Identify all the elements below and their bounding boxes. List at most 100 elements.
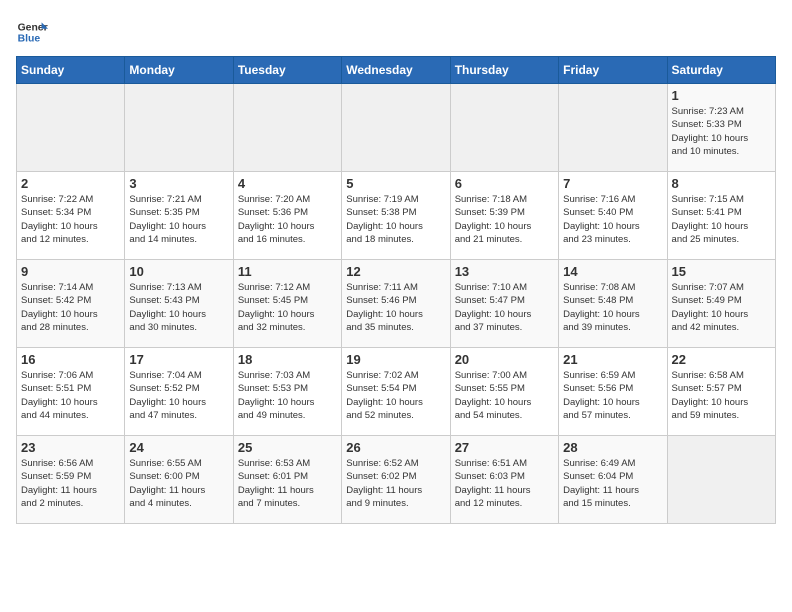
calendar-day-cell xyxy=(559,84,667,172)
calendar-day-cell: 6 Sunrise: 7:18 AM Sunset: 5:39 PM Daylig… xyxy=(450,172,558,260)
day-info: Sunrise: 6:53 AM Sunset: 6:01 PM Dayligh… xyxy=(238,457,337,510)
day-info: Sunrise: 7:16 AM Sunset: 5:40 PM Dayligh… xyxy=(563,193,662,246)
day-number: 18 xyxy=(238,352,337,367)
calendar-day-cell: 27 Sunrise: 6:51 AM Sunset: 6:03 PM Dayli… xyxy=(450,436,558,524)
day-info: Sunrise: 6:55 AM Sunset: 6:00 PM Dayligh… xyxy=(129,457,228,510)
day-number: 12 xyxy=(346,264,445,279)
calendar-day-cell: 1 Sunrise: 7:23 AM Sunset: 5:33 PM Daylig… xyxy=(667,84,775,172)
day-info: Sunrise: 7:21 AM Sunset: 5:35 PM Dayligh… xyxy=(129,193,228,246)
calendar-day-cell: 18 Sunrise: 7:03 AM Sunset: 5:53 PM Dayli… xyxy=(233,348,341,436)
day-number: 23 xyxy=(21,440,120,455)
day-number: 19 xyxy=(346,352,445,367)
day-info: Sunrise: 7:15 AM Sunset: 5:41 PM Dayligh… xyxy=(672,193,771,246)
calendar-day-cell: 24 Sunrise: 6:55 AM Sunset: 6:00 PM Dayli… xyxy=(125,436,233,524)
day-info: Sunrise: 6:56 AM Sunset: 5:59 PM Dayligh… xyxy=(21,457,120,510)
header: General Blue xyxy=(16,16,776,48)
day-number: 16 xyxy=(21,352,120,367)
calendar-week-row: 23 Sunrise: 6:56 AM Sunset: 5:59 PM Dayli… xyxy=(17,436,776,524)
day-info: Sunrise: 6:49 AM Sunset: 6:04 PM Dayligh… xyxy=(563,457,662,510)
day-info: Sunrise: 6:58 AM Sunset: 5:57 PM Dayligh… xyxy=(672,369,771,422)
day-number: 24 xyxy=(129,440,228,455)
calendar-day-cell: 19 Sunrise: 7:02 AM Sunset: 5:54 PM Dayli… xyxy=(342,348,450,436)
day-info: Sunrise: 7:03 AM Sunset: 5:53 PM Dayligh… xyxy=(238,369,337,422)
day-info: Sunrise: 6:52 AM Sunset: 6:02 PM Dayligh… xyxy=(346,457,445,510)
calendar-header-row: SundayMondayTuesdayWednesdayThursdayFrid… xyxy=(17,57,776,84)
day-number: 26 xyxy=(346,440,445,455)
calendar-day-cell: 11Sunrise: 7:12 AM Sunset: 5:45 PM Dayli… xyxy=(233,260,341,348)
day-number: 17 xyxy=(129,352,228,367)
day-info: Sunrise: 7:06 AM Sunset: 5:51 PM Dayligh… xyxy=(21,369,120,422)
calendar-day-cell xyxy=(17,84,125,172)
day-info: Sunrise: 7:20 AM Sunset: 5:36 PM Dayligh… xyxy=(238,193,337,246)
calendar-day-cell: 25 Sunrise: 6:53 AM Sunset: 6:01 PM Dayli… xyxy=(233,436,341,524)
day-info: Sunrise: 7:18 AM Sunset: 5:39 PM Dayligh… xyxy=(455,193,554,246)
calendar-day-cell xyxy=(667,436,775,524)
calendar-day-cell: 26 Sunrise: 6:52 AM Sunset: 6:02 PM Dayli… xyxy=(342,436,450,524)
day-number: 15 xyxy=(672,264,771,279)
calendar-day-cell: 5 Sunrise: 7:19 AM Sunset: 5:38 PM Daylig… xyxy=(342,172,450,260)
calendar-day-cell: 21 Sunrise: 6:59 AM Sunset: 5:56 PM Dayli… xyxy=(559,348,667,436)
calendar-day-cell: 14 Sunrise: 7:08 AM Sunset: 5:48 PM Dayli… xyxy=(559,260,667,348)
calendar-day-cell: 22Sunrise: 6:58 AM Sunset: 5:57 PM Dayli… xyxy=(667,348,775,436)
svg-text:Blue: Blue xyxy=(18,34,41,45)
calendar-day-cell: 20 Sunrise: 7:00 AM Sunset: 5:55 PM Dayli… xyxy=(450,348,558,436)
day-number: 11 xyxy=(238,264,337,279)
day-info: Sunrise: 6:51 AM Sunset: 6:03 PM Dayligh… xyxy=(455,457,554,510)
day-number: 6 xyxy=(455,176,554,191)
calendar-day-cell: 28 Sunrise: 6:49 AM Sunset: 6:04 PM Dayli… xyxy=(559,436,667,524)
day-info: Sunrise: 6:59 AM Sunset: 5:56 PM Dayligh… xyxy=(563,369,662,422)
calendar-day-cell: 10Sunrise: 7:13 AM Sunset: 5:43 PM Dayli… xyxy=(125,260,233,348)
day-number: 1 xyxy=(672,88,771,103)
calendar-day-cell xyxy=(233,84,341,172)
calendar-day-cell: 3 Sunrise: 7:21 AM Sunset: 5:35 PM Daylig… xyxy=(125,172,233,260)
calendar-day-cell: 23 Sunrise: 6:56 AM Sunset: 5:59 PM Dayli… xyxy=(17,436,125,524)
day-of-week-header: Tuesday xyxy=(233,57,341,84)
calendar-day-cell: 16 Sunrise: 7:06 AM Sunset: 5:51 PM Dayli… xyxy=(17,348,125,436)
calendar-week-row: 2 Sunrise: 7:22 AM Sunset: 5:34 PM Daylig… xyxy=(17,172,776,260)
day-number: 13 xyxy=(455,264,554,279)
day-number: 7 xyxy=(563,176,662,191)
day-number: 14 xyxy=(563,264,662,279)
day-info: Sunrise: 7:23 AM Sunset: 5:33 PM Dayligh… xyxy=(672,105,771,158)
calendar-day-cell: 13Sunrise: 7:10 AM Sunset: 5:47 PM Dayli… xyxy=(450,260,558,348)
day-of-week-header: Sunday xyxy=(17,57,125,84)
day-info: Sunrise: 7:14 AM Sunset: 5:42 PM Dayligh… xyxy=(21,281,120,334)
day-info: Sunrise: 7:00 AM Sunset: 5:55 PM Dayligh… xyxy=(455,369,554,422)
day-info: Sunrise: 7:02 AM Sunset: 5:54 PM Dayligh… xyxy=(346,369,445,422)
day-number: 2 xyxy=(21,176,120,191)
day-info: Sunrise: 7:08 AM Sunset: 5:48 PM Dayligh… xyxy=(563,281,662,334)
day-number: 3 xyxy=(129,176,228,191)
calendar-day-cell xyxy=(125,84,233,172)
calendar-day-cell: 7 Sunrise: 7:16 AM Sunset: 5:40 PM Daylig… xyxy=(559,172,667,260)
day-info: Sunrise: 7:22 AM Sunset: 5:34 PM Dayligh… xyxy=(21,193,120,246)
day-number: 10 xyxy=(129,264,228,279)
calendar-day-cell: 12 Sunrise: 7:11 AM Sunset: 5:46 PM Dayli… xyxy=(342,260,450,348)
day-number: 20 xyxy=(455,352,554,367)
calendar-day-cell: 17 Sunrise: 7:04 AM Sunset: 5:52 PM Dayli… xyxy=(125,348,233,436)
day-number: 5 xyxy=(346,176,445,191)
day-number: 4 xyxy=(238,176,337,191)
day-info: Sunrise: 7:04 AM Sunset: 5:52 PM Dayligh… xyxy=(129,369,228,422)
day-of-week-header: Saturday xyxy=(667,57,775,84)
calendar-week-row: 9Sunrise: 7:14 AM Sunset: 5:42 PM Daylig… xyxy=(17,260,776,348)
day-number: 27 xyxy=(455,440,554,455)
calendar-day-cell xyxy=(450,84,558,172)
day-number: 21 xyxy=(563,352,662,367)
calendar: SundayMondayTuesdayWednesdayThursdayFrid… xyxy=(16,56,776,524)
day-of-week-header: Friday xyxy=(559,57,667,84)
calendar-day-cell: 8 Sunrise: 7:15 AM Sunset: 5:41 PM Daylig… xyxy=(667,172,775,260)
calendar-day-cell: 4 Sunrise: 7:20 AM Sunset: 5:36 PM Daylig… xyxy=(233,172,341,260)
day-number: 25 xyxy=(238,440,337,455)
day-number: 8 xyxy=(672,176,771,191)
day-of-week-header: Monday xyxy=(125,57,233,84)
calendar-day-cell xyxy=(342,84,450,172)
day-of-week-header: Thursday xyxy=(450,57,558,84)
day-info: Sunrise: 7:07 AM Sunset: 5:49 PM Dayligh… xyxy=(672,281,771,334)
day-number: 28 xyxy=(563,440,662,455)
calendar-day-cell: 9Sunrise: 7:14 AM Sunset: 5:42 PM Daylig… xyxy=(17,260,125,348)
day-info: Sunrise: 7:19 AM Sunset: 5:38 PM Dayligh… xyxy=(346,193,445,246)
day-info: Sunrise: 7:11 AM Sunset: 5:46 PM Dayligh… xyxy=(346,281,445,334)
calendar-week-row: 16 Sunrise: 7:06 AM Sunset: 5:51 PM Dayli… xyxy=(17,348,776,436)
logo: General Blue xyxy=(16,16,48,48)
day-of-week-header: Wednesday xyxy=(342,57,450,84)
